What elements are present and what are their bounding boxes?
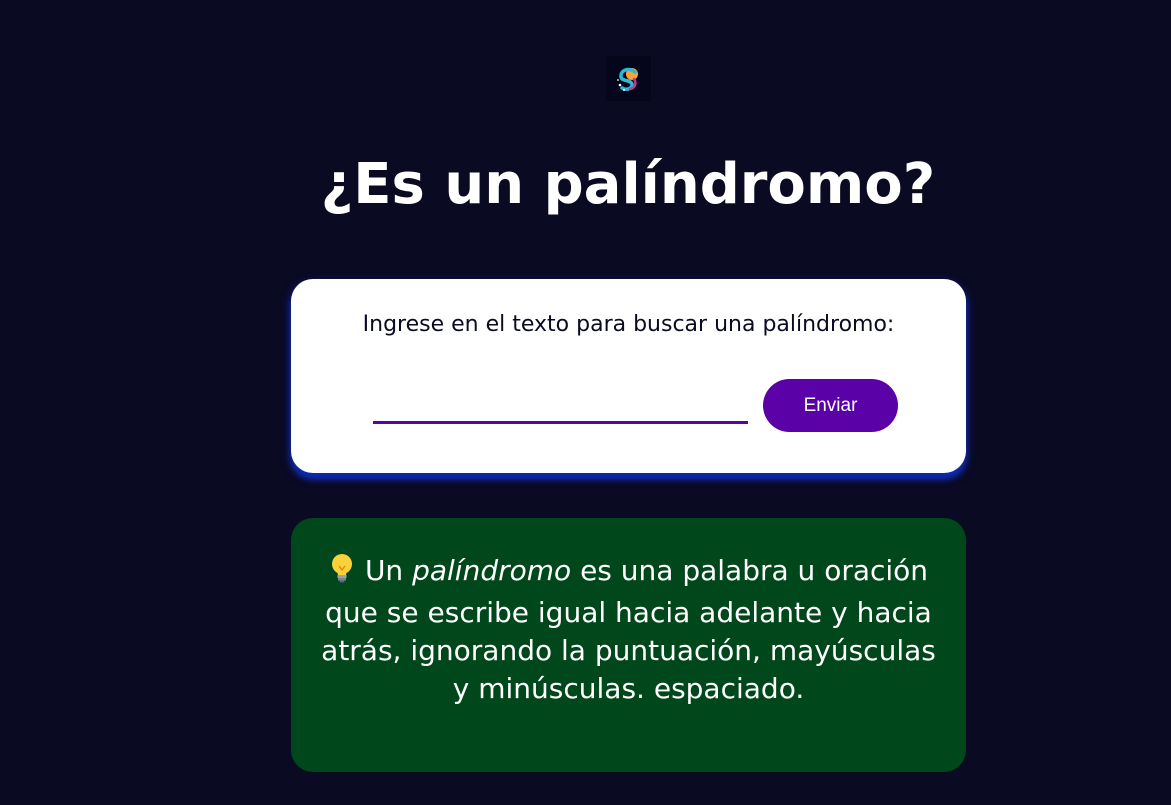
info-intro: Un bbox=[364, 554, 404, 587]
info-card: Un palíndromo es una palabra u oración q… bbox=[291, 518, 966, 772]
text-input-label: Ingrese en el texto para buscar una palí… bbox=[362, 312, 895, 337]
info-text: Un palíndromo es una palabra u oración q… bbox=[311, 552, 946, 708]
submit-button[interactable]: Enviar bbox=[763, 379, 898, 432]
page-title: ¿Es un palíndromo? bbox=[320, 152, 936, 217]
logo bbox=[606, 56, 651, 101]
page: ¿Es un palíndromo? Ingrese en el texto p… bbox=[0, 0, 1171, 805]
logo-icon bbox=[616, 67, 638, 91]
palindrome-form-card: Ingrese en el texto para buscar una palí… bbox=[291, 279, 966, 473]
info-term: palíndromo bbox=[412, 554, 572, 587]
lightbulb-icon bbox=[329, 552, 355, 594]
text-input[interactable] bbox=[373, 394, 748, 424]
